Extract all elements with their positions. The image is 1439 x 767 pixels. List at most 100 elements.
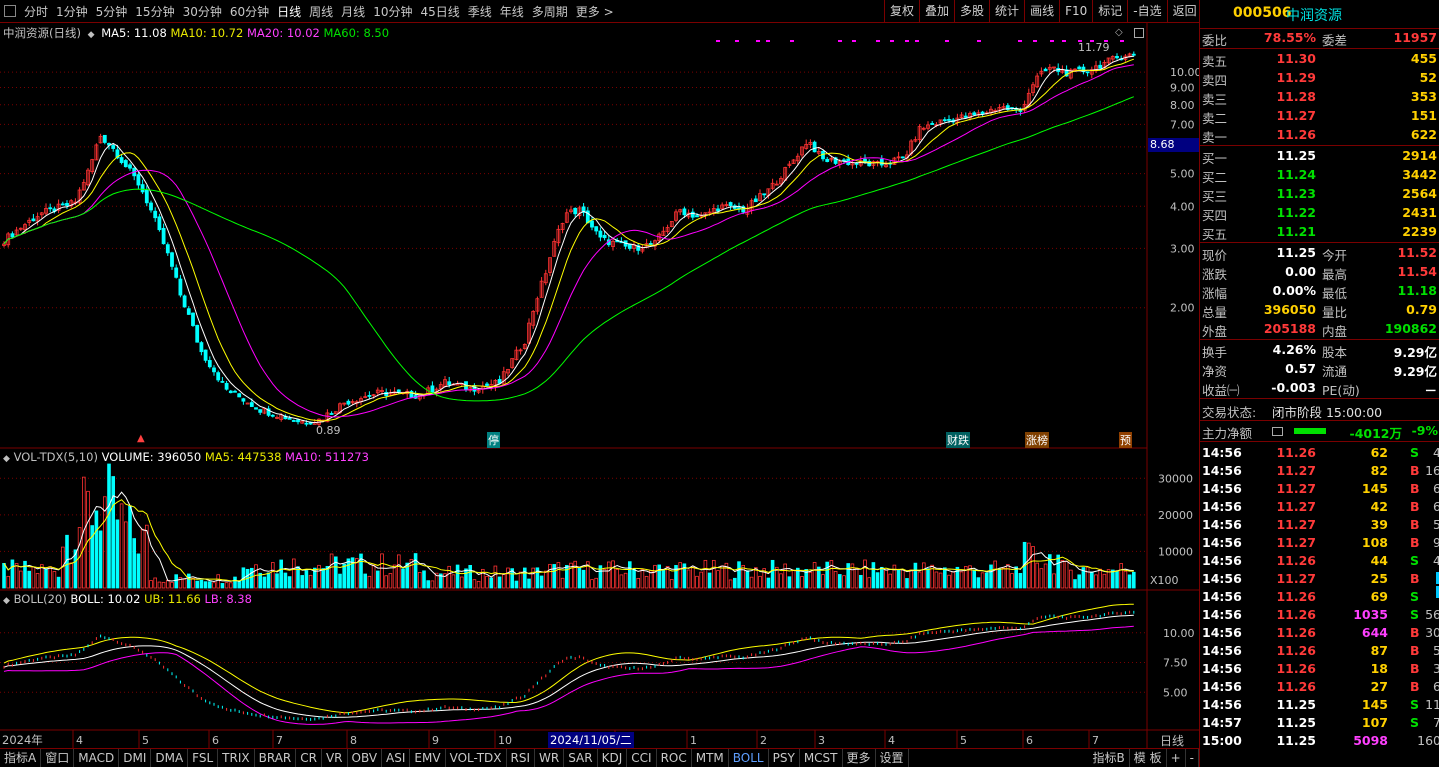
candle	[602, 234, 607, 239]
stat-label: 现价	[1202, 248, 1228, 263]
period-tab[interactable]: 多周期	[528, 3, 572, 20]
ma10-value: MA10: 10.72	[170, 26, 244, 40]
tool-button[interactable]: 叠加	[919, 0, 954, 23]
indicator-tab[interactable]: VR	[322, 749, 348, 767]
trade-volume: 27	[1370, 679, 1388, 694]
indicator-tab[interactable]: TRIX	[218, 749, 255, 767]
period-tab[interactable]: 1分钟	[52, 3, 92, 20]
period-tab[interactable]: 10分钟	[369, 3, 416, 20]
candle	[195, 324, 200, 343]
trade-time: 14:56	[1202, 535, 1242, 550]
volume-bar	[94, 510, 99, 589]
volume-bar	[871, 562, 876, 589]
indicator-tab[interactable]: ASI	[382, 749, 411, 767]
ask-row: 卖五 11.30 455	[1200, 50, 1439, 69]
volume-bar	[842, 575, 846, 589]
flow-menu-icon[interactable]	[1272, 427, 1283, 436]
indicator-tab[interactable]: OBV	[348, 749, 383, 767]
tool-button[interactable]: 返回	[1166, 0, 1202, 23]
volume-bar	[140, 528, 145, 589]
period-tab[interactable]: 30分钟	[179, 3, 226, 20]
indicator-tab[interactable]: CCI	[627, 749, 657, 767]
tool-button[interactable]: 统计	[989, 0, 1024, 23]
candle	[304, 422, 309, 425]
trade-side: B	[1410, 499, 1420, 514]
indicator-tab[interactable]: EMV	[410, 749, 446, 767]
period-tab[interactable]: 日线	[273, 3, 305, 20]
indicator-tab[interactable]: KDJ	[598, 749, 628, 767]
period-tab[interactable]: 月线	[337, 3, 369, 20]
bottom-right-button[interactable]: -	[1186, 749, 1199, 767]
indicator-tab[interactable]: MACD	[74, 749, 120, 767]
high-label: 11.79	[1078, 41, 1110, 54]
volume-bar	[1060, 559, 1065, 589]
volume-bar	[228, 582, 233, 589]
period-tab[interactable]: 60分钟	[226, 3, 273, 20]
volume-bar	[1031, 546, 1035, 589]
bottom-right-button[interactable]: 模 板	[1130, 749, 1167, 767]
indicator-tab[interactable]: 指标A	[0, 749, 42, 767]
indicator-tab[interactable]: FSL	[188, 749, 219, 767]
candle	[879, 158, 884, 166]
trade-time: 14:56	[1202, 589, 1242, 604]
volume-bar	[703, 559, 708, 589]
indicator-tab[interactable]: 设置	[876, 749, 909, 767]
tool-button[interactable]: F10	[1059, 0, 1092, 23]
indicator-tab[interactable]: 窗口	[41, 749, 75, 767]
tool-button[interactable]: -自选	[1127, 0, 1166, 23]
y-tick-label: 2.00	[1170, 302, 1195, 315]
period-label: 日线	[1160, 734, 1185, 748]
window-icon[interactable]	[1134, 28, 1144, 38]
candle	[228, 390, 233, 394]
candle	[980, 111, 985, 115]
chart-area[interactable]: 10.009.008.007.006.005.004.003.002.00300…	[0, 23, 1202, 748]
volume-bar	[518, 571, 523, 589]
indicator-tab[interactable]: RSI	[507, 749, 536, 767]
dropdown-icon[interactable]: ◆	[88, 30, 95, 40]
indicator-tab[interactable]: MTM	[692, 749, 729, 767]
volume-bar	[363, 573, 367, 589]
tool-button[interactable]: 复权	[884, 0, 919, 23]
dropdown-icon[interactable]: ◆	[3, 454, 10, 464]
indicator-tab[interactable]: PSY	[769, 749, 800, 767]
volume-bar	[623, 572, 628, 589]
period-tab[interactable]: 更多 >	[572, 3, 618, 20]
period-tab[interactable]: 年线	[496, 3, 528, 20]
candle	[10, 233, 15, 238]
period-tab[interactable]: 45日线	[416, 3, 463, 20]
candle	[1098, 64, 1103, 69]
volume-bar	[913, 562, 918, 589]
period-tab[interactable]: 周线	[305, 3, 337, 20]
fin-badge[interactable]: 财跌	[946, 432, 970, 448]
volume-bar	[367, 575, 372, 589]
period-tab[interactable]: 15分钟	[131, 3, 178, 20]
indicator-tab[interactable]: DMA	[151, 749, 189, 767]
indicator-tab[interactable]: WR	[535, 749, 565, 767]
dropdown-icon[interactable]: ◆	[3, 596, 10, 606]
indicator-tab[interactable]: VOL-TDX	[446, 749, 507, 767]
indicator-tab[interactable]: MCST	[800, 749, 843, 767]
trade-price: 11.26	[1276, 679, 1316, 694]
tool-button[interactable]: 多股	[954, 0, 989, 23]
tool-button[interactable]: 画线	[1024, 0, 1059, 23]
indicator-tab[interactable]: BOLL	[729, 749, 769, 767]
suspend-badge[interactable]: 停	[487, 432, 500, 448]
period-tab[interactable]: 季线	[464, 3, 496, 20]
indicator-tab[interactable]: ROC	[657, 749, 692, 767]
indicator-tab[interactable]: CR	[296, 749, 322, 767]
period-tab[interactable]: 分时	[20, 3, 52, 20]
indicator-tab[interactable]: BRAR	[255, 749, 297, 767]
diamond-icon[interactable]: ◇	[1115, 27, 1123, 38]
indicator-tab[interactable]: DMI	[119, 749, 152, 767]
bottom-right-button[interactable]: +	[1167, 749, 1186, 767]
period-tab[interactable]: 5分钟	[92, 3, 132, 20]
volume-bar	[392, 564, 397, 589]
indicator-tab[interactable]: SAR	[564, 749, 598, 767]
bottom-right-button[interactable]: 指标B	[1089, 749, 1130, 767]
limit-badge[interactable]: 涨榜	[1025, 432, 1049, 448]
tool-button[interactable]: 标记	[1092, 0, 1127, 23]
kline-chart[interactable]: 10.009.008.007.006.005.004.003.002.00300…	[0, 23, 1202, 748]
forecast-badge[interactable]: 预	[1119, 432, 1132, 448]
menu-square-icon[interactable]	[4, 5, 16, 17]
indicator-tab[interactable]: 更多	[843, 749, 876, 767]
